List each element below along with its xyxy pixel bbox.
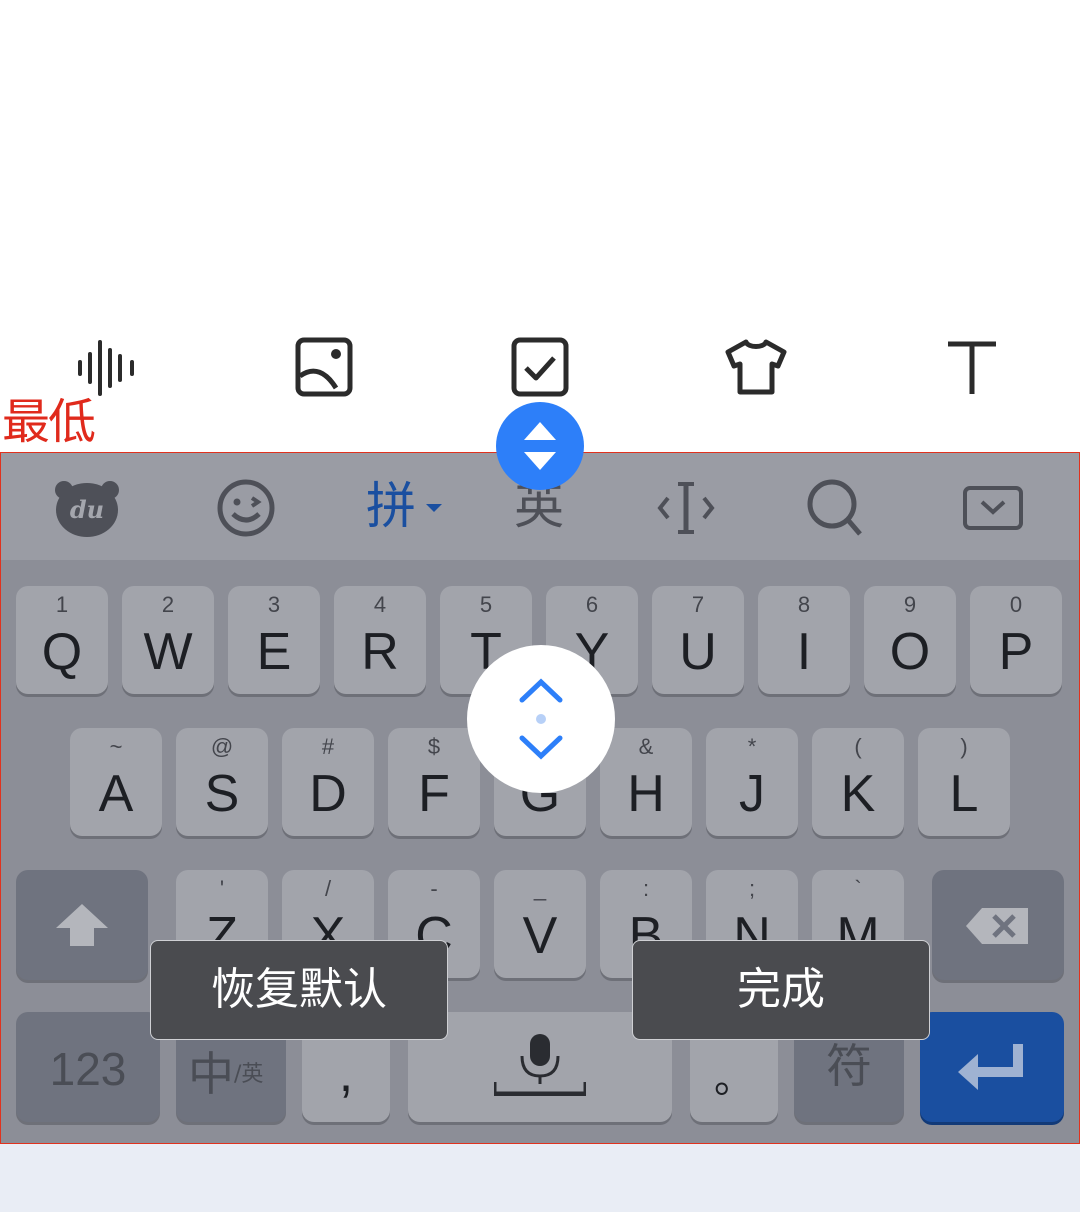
key-main-label: U [679, 623, 717, 681]
key-sub-label: 4 [373, 592, 387, 617]
emoji-icon[interactable] [216, 478, 276, 538]
numbers-key-label: 123 [49, 1043, 127, 1095]
key-sub-label: _ [533, 876, 547, 901]
key-sub-label: 9 [903, 592, 917, 617]
key-main-label: V [522, 907, 558, 965]
comma-main: , [338, 1045, 354, 1103]
key-sub-label: / [324, 876, 332, 901]
key-sub-label: : [642, 876, 650, 901]
key-d[interactable]: # D [282, 728, 374, 836]
key-sub-label: ( [854, 734, 862, 759]
key-sub-label: ) [960, 734, 968, 759]
key-e[interactable]: 3E [228, 586, 320, 694]
tshirt-icon[interactable] [724, 336, 788, 400]
key-a[interactable]: ~ A [70, 728, 162, 836]
key-w[interactable]: 2W [122, 586, 214, 694]
key-sub-label: @ [210, 734, 234, 759]
key-main-label: J [739, 765, 765, 823]
svg-text:du: du [70, 495, 104, 524]
voice-wave-icon[interactable] [76, 336, 140, 400]
image-icon[interactable] [292, 336, 356, 400]
lang-main-label: 中 [188, 1047, 234, 1101]
search-icon[interactable] [806, 478, 864, 538]
text-icon[interactable] [940, 336, 1004, 400]
key-sub-label: ` [854, 876, 862, 901]
key-sub-label: 3 [267, 592, 281, 617]
reset-default-button[interactable]: 恢复默认 [150, 940, 448, 1040]
lowest-height-label: 最低 [2, 394, 96, 450]
key-u[interactable]: 7U [652, 586, 744, 694]
checkbox-icon[interactable] [508, 336, 572, 400]
enter-key[interactable] [920, 1012, 1064, 1122]
key-sub-label: ~ [109, 734, 123, 759]
key-l[interactable]: ) L [918, 728, 1010, 836]
key-main-label: S [204, 765, 240, 823]
pinyin-label: 拼 [366, 477, 416, 535]
bottom-strip [0, 1144, 1080, 1212]
key-main-label: I [796, 623, 812, 681]
key-main-label: Q [41, 623, 83, 681]
key-main-label: W [143, 623, 193, 681]
key-i[interactable]: 8I [758, 586, 850, 694]
resize-handle-button[interactable] [496, 402, 584, 490]
key-main-label: A [98, 765, 134, 823]
cursor-icon[interactable] [656, 478, 716, 538]
key-r[interactable]: 4R [334, 586, 426, 694]
period-main: 。 [714, 1057, 754, 1101]
key-s[interactable]: @ S [176, 728, 268, 836]
key-main-label: E [256, 623, 292, 681]
key-o[interactable]: 9O [864, 586, 956, 694]
key-sub-label: 7 [691, 592, 705, 617]
done-button[interactable]: 完成 [632, 940, 930, 1040]
key-main-label: O [889, 623, 931, 681]
key-sub-label: 2 [161, 592, 175, 617]
backspace-icon [966, 908, 1028, 944]
lang-sub-label: /英 [234, 1062, 264, 1087]
key-main-label: R [361, 623, 399, 681]
key-sub-label: # [321, 734, 335, 759]
height-drag-handle[interactable] [466, 644, 616, 794]
key-sub-label: 5 [479, 592, 493, 617]
key-sub-label: 1 [55, 592, 69, 617]
key-main-label: D [309, 765, 347, 823]
enter-arrow-icon [958, 1044, 1023, 1090]
key-v[interactable]: _ V [494, 870, 586, 978]
key-k[interactable]: (K [812, 728, 904, 836]
key-sub-label: - [430, 876, 438, 901]
key-main-label: L [949, 765, 979, 823]
collapse-keyboard-icon[interactable] [962, 478, 1024, 538]
key-main-label: K [840, 765, 876, 823]
chevron-down-icon [426, 504, 442, 512]
numbers-key[interactable]: 123 [16, 1012, 160, 1122]
pinyin-mode[interactable]: 拼 [366, 476, 442, 536]
microphone-icon [494, 1034, 586, 1096]
key-j[interactable]: * J [706, 728, 798, 836]
key-sub-label: ; [748, 876, 756, 901]
key-sub-label: 6 [585, 592, 599, 617]
key-sub-label: ' [219, 876, 225, 901]
key-sub-label: 0 [1009, 592, 1023, 617]
key-sub-label: 8 [797, 592, 811, 617]
backspace-key[interactable] [932, 870, 1064, 980]
shift-key[interactable] [16, 870, 148, 980]
key-sub-label: * [747, 734, 757, 759]
du-logo-icon[interactable]: du [54, 478, 120, 538]
shift-arrow-icon [56, 904, 108, 946]
key-main-label: P [998, 623, 1034, 681]
key-p[interactable]: 0P [970, 586, 1062, 694]
key-q[interactable]: 1Q [16, 586, 108, 694]
